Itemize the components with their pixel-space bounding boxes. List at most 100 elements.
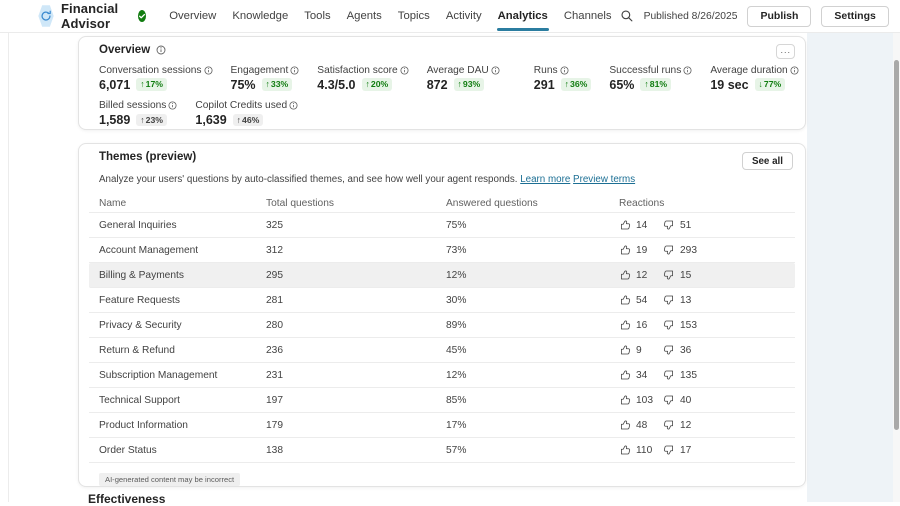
thumbs-down-count: 135: [680, 370, 702, 381]
table-row[interactable]: Subscription Management 231 12% 34 135: [89, 363, 795, 388]
answered-questions-cell: 75%: [436, 220, 609, 231]
thumbs-down-icon[interactable]: [663, 419, 675, 431]
metric-value: 19 sec: [710, 78, 748, 92]
total-questions-cell: 231: [256, 370, 436, 381]
tab-activity[interactable]: Activity: [438, 0, 490, 33]
info-icon[interactable]: [560, 66, 569, 75]
theme-name-cell: Order Status: [89, 445, 256, 456]
metric-value: 65%: [609, 78, 634, 92]
tab-label: Analytics: [498, 10, 548, 22]
thumbs-down-icon[interactable]: [663, 444, 675, 456]
table-row[interactable]: Product Information 179 17% 48 12: [89, 413, 795, 438]
thumbs-down-icon[interactable]: [663, 369, 675, 381]
thumbs-up-icon[interactable]: [619, 244, 631, 256]
tab-overview[interactable]: Overview: [161, 0, 224, 33]
info-icon[interactable]: [790, 66, 799, 75]
info-icon[interactable]: [168, 101, 177, 110]
answered-questions-cell: 45%: [436, 345, 609, 356]
trend-arrow-icon: ↑: [366, 79, 370, 89]
table-row[interactable]: General Inquiries 325 75% 14 51: [89, 213, 795, 238]
overview-more-icon[interactable]: ···: [776, 44, 795, 59]
thumbs-up-count: 16: [636, 320, 658, 331]
table-row[interactable]: Account Management 312 73% 19 293: [89, 238, 795, 263]
thumbs-up-icon[interactable]: [619, 319, 631, 331]
column-header-answered-questions: Answered questions: [436, 198, 609, 209]
tab-label: Agents: [347, 10, 382, 22]
table-row[interactable]: Privacy & Security 280 89% 16 153: [89, 313, 795, 338]
top-right-actions: Published 8/26/2025 Publish Settings ···…: [620, 4, 900, 28]
see-all-button[interactable]: See all: [742, 152, 793, 170]
publish-button[interactable]: Publish: [747, 6, 811, 27]
thumbs-up-icon[interactable]: [619, 419, 631, 431]
tab-analytics[interactable]: Analytics: [490, 0, 556, 33]
info-icon[interactable]: [290, 66, 299, 75]
theme-name-cell: Subscription Management: [89, 370, 256, 381]
metric-block: Engagement 75% ↑ 33%: [231, 65, 300, 92]
thumbs-up-icon[interactable]: [619, 294, 631, 306]
tab-knowledge[interactable]: Knowledge: [224, 0, 296, 33]
info-icon[interactable]: [400, 66, 409, 75]
total-questions-cell: 281: [256, 295, 436, 306]
total-questions-cell: 179: [256, 420, 436, 431]
tab-channels[interactable]: Channels: [556, 0, 620, 33]
preview-terms-link[interactable]: Preview terms: [573, 174, 635, 185]
table-row[interactable]: Technical Support 197 85% 103 40: [89, 388, 795, 413]
scrollbar-thumb[interactable]: [894, 60, 899, 430]
right-background-panel: [807, 33, 893, 502]
table-row[interactable]: Return & Refund 236 45% 9 36: [89, 338, 795, 363]
thumbs-down-icon[interactable]: [663, 344, 675, 356]
themes-table: NameTotal questionsAnswered questionsRea…: [79, 194, 805, 463]
tab-label: Knowledge: [232, 10, 288, 22]
settings-button[interactable]: Settings: [821, 6, 888, 27]
overview-metrics-row-1: Conversation sessions 6,071 ↑ 17% Engage…: [79, 63, 805, 93]
metric-delta: 23%: [146, 115, 163, 125]
thumbs-down-icon[interactable]: [663, 394, 675, 406]
table-row[interactable]: Order Status 138 57% 110 17: [89, 438, 795, 463]
table-row[interactable]: Feature Requests 281 30% 54 13: [89, 288, 795, 313]
thumbs-up-count: 54: [636, 295, 658, 306]
thumbs-down-icon[interactable]: [663, 244, 675, 256]
info-icon[interactable]: [491, 66, 500, 75]
thumbs-down-count: 15: [680, 270, 702, 281]
page-scrollbar[interactable]: [893, 33, 900, 502]
search-icon[interactable]: [620, 9, 634, 23]
tab-agents[interactable]: Agents: [339, 0, 390, 33]
learn-more-link[interactable]: Learn more: [520, 174, 570, 185]
thumbs-up-count: 9: [636, 345, 658, 356]
trend-arrow-icon: ↑: [458, 79, 462, 89]
thumbs-down-icon[interactable]: [663, 294, 675, 306]
thumbs-up-icon[interactable]: [619, 369, 631, 381]
themes-card: Themes (preview) See all Analyze your us…: [78, 143, 806, 487]
answered-questions-cell: 17%: [436, 420, 609, 431]
thumbs-down-count: 153: [680, 320, 702, 331]
trend-arrow-icon: ↑: [266, 79, 270, 89]
thumbs-up-icon[interactable]: [619, 269, 631, 281]
thumbs-up-icon[interactable]: [619, 344, 631, 356]
thumbs-up-icon[interactable]: [619, 444, 631, 456]
info-icon[interactable]: [683, 66, 692, 75]
theme-name-cell: Account Management: [89, 245, 256, 256]
thumbs-up-icon[interactable]: [619, 394, 631, 406]
reactions-cell: 110 17: [609, 444, 795, 456]
thumbs-down-icon[interactable]: [663, 269, 675, 281]
tab-tools[interactable]: Tools: [296, 0, 338, 33]
metric-delta: 36%: [570, 79, 587, 89]
thumbs-up-count: 12: [636, 270, 658, 281]
metric-delta: 46%: [242, 115, 259, 125]
info-icon[interactable]: [289, 101, 298, 110]
total-questions-cell: 295: [256, 270, 436, 281]
metric-delta-badge: ↑ 23%: [136, 114, 167, 127]
metric-delta-badge: ↑ 33%: [262, 78, 293, 91]
metric-value: 1,639: [195, 113, 226, 127]
tab-topics[interactable]: Topics: [390, 0, 438, 33]
info-icon[interactable]: [156, 45, 166, 55]
thumbs-down-icon[interactable]: [663, 319, 675, 331]
total-questions-cell: 197: [256, 395, 436, 406]
theme-name-cell: General Inquiries: [89, 220, 256, 231]
info-icon[interactable]: [204, 66, 213, 75]
thumbs-down-icon[interactable]: [663, 219, 675, 231]
table-row[interactable]: Billing & Payments 295 12% 12 15: [89, 263, 795, 288]
agent-avatar-icon: [38, 5, 54, 28]
tab-label: Tools: [304, 10, 330, 22]
thumbs-up-icon[interactable]: [619, 219, 631, 231]
